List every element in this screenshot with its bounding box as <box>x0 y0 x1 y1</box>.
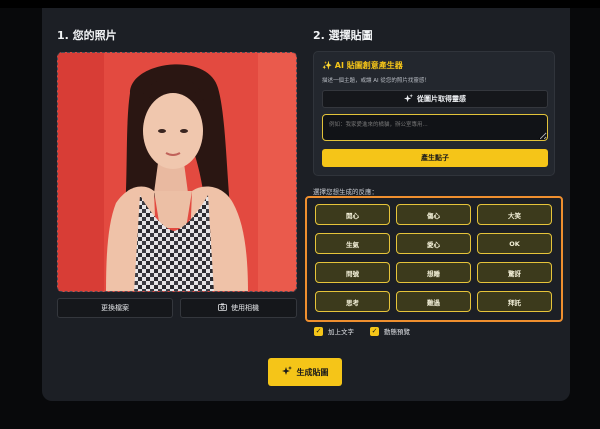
reaction-button[interactable]: 思考 <box>315 291 390 312</box>
replace-file-label: 更換檔案 <box>101 304 129 312</box>
ai-sticker-idea-card: ✨ AI 貼圖創意產生器 描述一個主題，或讓 AI 從您的照片找靈感！ 從圖片取… <box>313 51 555 176</box>
replace-file-button[interactable]: 更換檔案 <box>57 298 173 318</box>
reaction-button[interactable]: 驚訝 <box>477 262 552 283</box>
reaction-button[interactable]: 想睡 <box>396 262 471 283</box>
sparkles-icon <box>404 93 413 105</box>
ai-card-description: 描述一個主題，或讓 AI 從您的照片找靈感！ <box>322 78 430 84</box>
use-camera-button[interactable]: 使用相機 <box>180 298 297 318</box>
reaction-button[interactable]: 愛心 <box>396 233 471 254</box>
reaction-button[interactable]: 大笑 <box>477 204 552 225</box>
theme-input[interactable] <box>322 114 548 141</box>
photo-preview[interactable] <box>57 52 297 292</box>
checkbox-checked-icon[interactable]: ✓ <box>314 326 323 336</box>
generate-ideas-button[interactable]: 產生點子 <box>322 149 548 167</box>
animated-preview-label: 動態預覽 <box>384 328 410 336</box>
sparkles-icon <box>281 366 292 378</box>
reaction-button[interactable]: 開心 <box>315 204 390 225</box>
reaction-button[interactable]: 難過 <box>396 291 471 312</box>
sticker-section-title: 2. 選擇貼圖 <box>313 29 373 42</box>
camera-icon <box>218 303 227 313</box>
generate-sticker-label: 生成貼圖 <box>296 367 329 377</box>
generate-sticker-button[interactable]: 生成貼圖 <box>268 358 342 386</box>
top-strip <box>0 0 600 8</box>
add-text-label: 加上文字 <box>328 328 354 336</box>
reaction-button[interactable]: 傷心 <box>396 204 471 225</box>
reaction-button[interactable]: OK <box>477 233 552 254</box>
uploaded-photo <box>58 53 296 291</box>
reaction-button[interactable]: 生氣 <box>315 233 390 254</box>
photo-section-title: 1. 您的照片 <box>57 29 117 42</box>
use-camera-label: 使用相機 <box>231 304 259 312</box>
add-text-option[interactable]: ✓ 加上文字 <box>314 326 354 336</box>
animated-preview-option[interactable]: ✓ 動態預覽 <box>370 326 410 336</box>
ai-card-title: ✨ AI 貼圖創意產生器 <box>322 61 403 70</box>
reaction-button[interactable]: 拜託 <box>477 291 552 312</box>
inspire-from-photo-button[interactable]: 從圖片取得靈感 <box>322 90 548 108</box>
checkbox-checked-icon[interactable]: ✓ <box>370 326 379 336</box>
reaction-button[interactable]: 問號 <box>315 262 390 283</box>
reaction-label: 選擇您想生成的反應： <box>313 188 378 196</box>
inspire-label: 從圖片取得靈感 <box>417 95 466 103</box>
